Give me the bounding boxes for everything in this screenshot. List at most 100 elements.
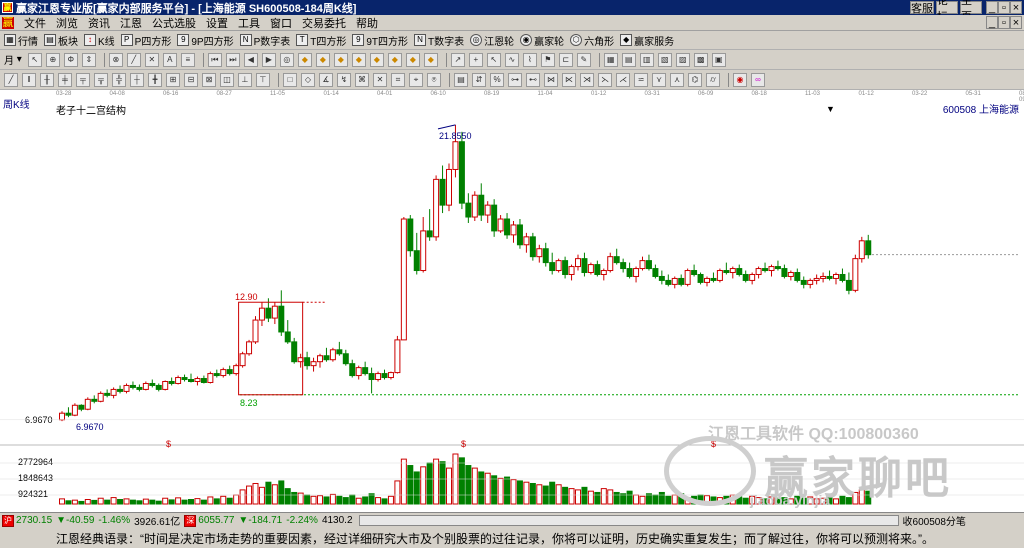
diamond7-icon[interactable]: ◆ [405,52,420,67]
tool-a13-icon[interactable]: ◫ [220,72,234,87]
menu-browse[interactable]: 浏览 [56,15,78,31]
layout1-icon[interactable]: ▦ [603,52,618,67]
hexagon-button[interactable]: ⬡ 六角形 [570,33,614,48]
zoom-icon[interactable]: ⊕ [45,52,60,67]
gann-wheel-button[interactable]: ◎ 江恩轮 [470,33,514,48]
layout3-icon[interactable]: ▥ [639,52,654,67]
tool-c7-icon[interactable]: ⋊ [580,72,594,87]
tool-a11-icon[interactable]: ⊟ [184,72,198,87]
customer-service-button[interactable]: 客服 [910,1,934,15]
tool-b4-icon[interactable]: ↯ [337,72,351,87]
tool-a3-icon[interactable]: ╫ [40,72,54,87]
tool-b5-icon[interactable]: ⌘ [355,72,369,87]
child-minimize-icon[interactable]: _ [986,16,998,29]
diamond3-icon[interactable]: ◆ [333,52,348,67]
period-select[interactable]: 月 ▾ [4,52,22,67]
diamond4-icon[interactable]: ◆ [351,52,366,67]
menu-formula[interactable]: 公式选股 [152,15,196,31]
line-icon[interactable]: ╱ [126,52,141,67]
home-button[interactable]: 主页 [960,0,982,23]
diamond8-icon[interactable]: ◆ [423,52,438,67]
tool-b7-icon[interactable]: ⌗ [391,72,405,87]
target-icon[interactable]: ◎ [279,52,294,67]
chart-type-icon[interactable]: ⇕ [81,52,96,67]
p-number-button[interactable]: N P数字表 [239,33,290,48]
tool-a7-icon[interactable]: ╬ [112,72,126,87]
wave-icon[interactable]: ∿ [504,52,519,67]
p-square-button[interactable]: P P四方形 [120,33,171,48]
kline-button[interactable]: ↕ K线 [84,33,115,48]
magnet-icon[interactable]: ⊗ [108,52,123,67]
infinity-icon[interactable]: ∞ [751,72,765,87]
tool-c10-icon[interactable]: ⋍ [634,72,648,87]
menu-trade[interactable]: 交易委托 [302,15,346,31]
period-icon[interactable]: Φ [63,52,78,67]
winner-wheel-button[interactable]: ◉ 赢家轮 [520,33,564,48]
tool-c5-icon[interactable]: ⋈ [544,72,558,87]
minimize-icon[interactable]: _ [986,1,998,14]
arrow-up-icon[interactable]: ↗ [450,52,465,67]
plus-icon[interactable]: + [468,52,483,67]
tool-b8-icon[interactable]: ⌖ [409,72,423,87]
9p-square-button[interactable]: 9 9P四方形 [177,33,234,48]
quotes-button[interactable]: ▦ 行情 [4,33,38,48]
app-menu-icon[interactable]: 赢 [2,16,14,29]
menu-gann[interactable]: 江恩 [120,15,142,31]
tool-c8-icon[interactable]: ⋋ [598,72,612,87]
tool-c13-icon[interactable]: ⌬ [688,72,702,87]
winner-service-button[interactable]: ◆ 赢家服务 [620,33,674,48]
first-icon[interactable]: ⏮ [207,52,222,67]
tool-c4-icon[interactable]: ⊷ [526,72,540,87]
tool-a14-icon[interactable]: ⊥ [238,72,252,87]
layout7-icon[interactable]: ▣ [711,52,726,67]
child-close-icon[interactable]: × [1010,16,1022,29]
9t-square-button[interactable]: 9 9T四方形 [352,33,408,48]
boxline-icon[interactable]: ⊏ [558,52,573,67]
cursor-icon[interactable]: ↖ [27,52,42,67]
text-icon[interactable]: A [162,52,177,67]
layout2-icon[interactable]: ▤ [621,52,636,67]
percent-icon[interactable]: % [490,72,504,87]
horizontal-scrollbar[interactable] [358,515,899,526]
child-restore-icon[interactable]: ▫ [998,16,1010,29]
flag-icon[interactable]: ⚑ [540,52,555,67]
layout4-icon[interactable]: ▧ [657,52,672,67]
tool-c11-icon[interactable]: ⋎ [652,72,666,87]
t-number-button[interactable]: N T数字表 [414,33,464,48]
t-square-button[interactable]: T T四方形 [296,33,346,48]
tool-a4-icon[interactable]: ╪ [58,72,72,87]
menu-help[interactable]: 帮助 [356,15,378,31]
tool-a5-icon[interactable]: ╤ [76,72,90,87]
tool-c14-icon[interactable]: ⌭ [706,72,720,87]
diamond5-icon[interactable]: ◆ [369,52,384,67]
menu-tools[interactable]: 工具 [238,15,260,31]
tool-c3-icon[interactable]: ⊶ [508,72,522,87]
forum-button[interactable]: 论坛 [936,0,958,23]
tool-a9-icon[interactable]: ╋ [148,72,162,87]
tool-b1-icon[interactable]: □ [283,72,297,87]
menu-settings[interactable]: 设置 [206,15,228,31]
menu-info[interactable]: 资讯 [88,15,110,31]
prev-icon[interactable]: ◀ [243,52,258,67]
tool-c2-icon[interactable]: ⇵ [472,72,486,87]
tool-a10-icon[interactable]: ⊞ [166,72,180,87]
cursor2-icon[interactable]: ↖ [486,52,501,67]
menu-window[interactable]: 窗口 [270,15,292,31]
tick-data-label[interactable]: 收600508分笔 [903,513,966,528]
tools-icon[interactable]: ✎ [576,52,591,67]
diamond1-icon[interactable]: ◆ [297,52,312,67]
diamond6-icon[interactable]: ◆ [387,52,402,67]
tool-a2-icon[interactable]: ‖ [22,72,36,87]
diamond2-icon[interactable]: ◆ [315,52,330,67]
fan-icon[interactable]: ⌇ [522,52,537,67]
gann-icon[interactable]: ◉ [733,72,747,87]
tool-b6-icon[interactable]: ✕ [373,72,387,87]
menu-file[interactable]: 文件 [24,15,46,31]
last-icon[interactable]: ⏭ [225,52,240,67]
dropdown-caret-icon[interactable]: ▼ [826,104,835,114]
tool-a15-icon[interactable]: ⊤ [256,72,270,87]
tool-c1-icon[interactable]: ▤ [454,72,468,87]
sectors-button[interactable]: ▤ 板块 [44,33,78,48]
tool-c9-icon[interactable]: ⋌ [616,72,630,87]
tool-a12-icon[interactable]: ⊠ [202,72,216,87]
